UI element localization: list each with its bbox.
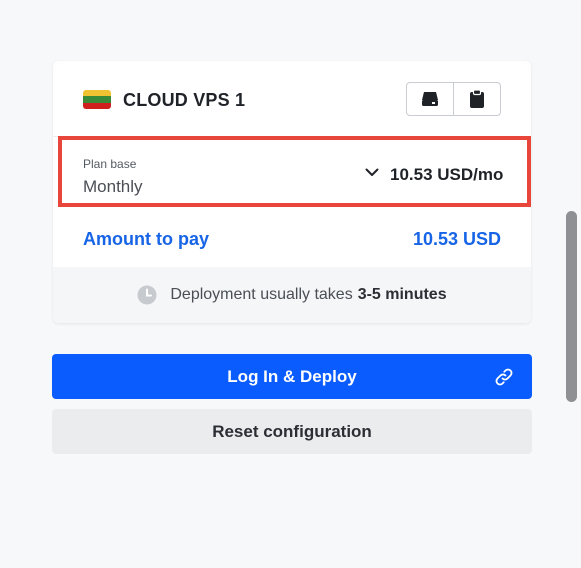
lithuania-flag-icon xyxy=(83,90,111,109)
reset-configuration-button[interactable]: Reset configuration xyxy=(52,409,532,454)
amount-row: Amount to pay 10.53 USD xyxy=(53,207,531,267)
plan-base-selector[interactable]: Plan base Monthly 10.53 USD/mo xyxy=(58,136,531,207)
amount-label: Amount to pay xyxy=(83,229,209,249)
server-button[interactable] xyxy=(407,83,453,115)
deployment-note-text: Deployment usually takes xyxy=(170,286,353,303)
header-action-group xyxy=(406,82,501,116)
plan-price: 10.53 USD/mo xyxy=(390,165,504,184)
plan-base-label: Plan base xyxy=(83,157,137,171)
login-deploy-button[interactable]: Log In & Deploy xyxy=(52,354,532,399)
scrollbar-thumb[interactable] xyxy=(566,211,577,402)
server-icon xyxy=(422,92,438,106)
clipboard-button[interactable] xyxy=(453,83,500,115)
plan-title: CLOUD VPS 1 xyxy=(123,90,246,110)
link-icon xyxy=(495,368,513,386)
reset-configuration-label: Reset configuration xyxy=(212,421,372,441)
card-header: CLOUD VPS 1 xyxy=(53,61,531,137)
login-deploy-label: Log In & Deploy xyxy=(227,366,357,386)
deployment-duration: 3-5 minutes xyxy=(357,286,447,303)
clipboard-icon xyxy=(470,90,484,108)
plan-summary-card: CLOUD VPS 1 Plan base Monthly 10.53 USD/… xyxy=(53,61,531,323)
deployment-time-note: Deployment usually takes 3-5 minutes xyxy=(53,267,531,323)
plan-base-value: Monthly xyxy=(83,177,143,196)
clock-icon xyxy=(137,285,157,305)
chevron-down-icon xyxy=(365,168,379,176)
amount-value: 10.53 USD xyxy=(412,229,501,249)
